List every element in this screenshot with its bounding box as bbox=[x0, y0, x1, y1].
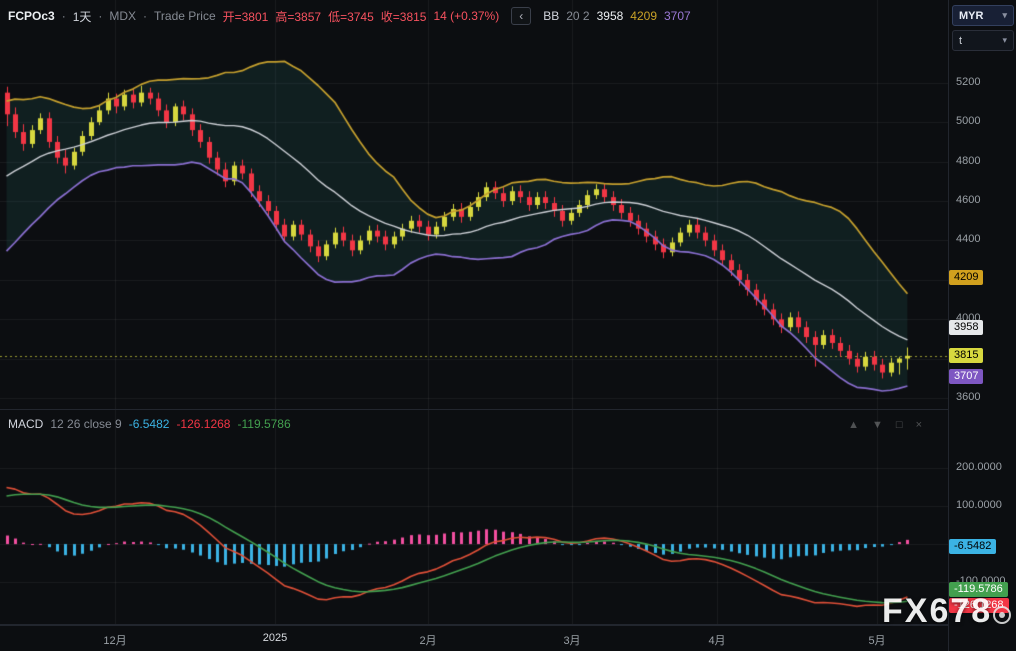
time-axis-label: 4月 bbox=[708, 632, 725, 648]
bb-indicator-label[interactable]: BB bbox=[543, 9, 559, 23]
time-axis-label: 3月 bbox=[563, 632, 580, 648]
macd-hist-badge: -6.5482 bbox=[949, 539, 996, 554]
exchange-label: MDX bbox=[109, 9, 136, 23]
price-axis-label: 5200 bbox=[956, 76, 980, 88]
bb-lower-badge: 3707 bbox=[949, 369, 983, 384]
unit-dropdown[interactable]: t ▾ bbox=[952, 30, 1014, 51]
legend-separator: · bbox=[98, 9, 102, 23]
bb-upper-badge: 4209 bbox=[949, 270, 983, 285]
bb-params: 20 2 bbox=[566, 9, 589, 23]
unit-label: t bbox=[959, 35, 962, 47]
time-axis-label: 2025 bbox=[263, 632, 287, 644]
currency-label: MYR bbox=[959, 10, 983, 22]
time-axis-label: 2月 bbox=[419, 632, 436, 648]
chart-legend: FCPOc3 · 1天 · MDX · Trade Price 开=3801 高… bbox=[8, 7, 691, 25]
price-axis-label: 200.0000 bbox=[956, 461, 1002, 473]
macd-legend: MACD 12 26 close 9 -6.5482 -126.1268 -11… bbox=[8, 417, 291, 431]
symbol-name[interactable]: FCPOc3 bbox=[8, 9, 55, 23]
time-axis-label: 12月 bbox=[103, 632, 126, 648]
pane-maximize-icon[interactable]: □ bbox=[896, 419, 903, 431]
pane-move-up-icon[interactable]: ▲ bbox=[848, 419, 859, 431]
legend-collapse-button[interactable]: ‹ bbox=[511, 7, 531, 25]
open-value: 开=3801 bbox=[223, 8, 269, 25]
bb-basis-value: 3958 bbox=[597, 9, 624, 23]
change-value: 14 (+0.37%) bbox=[434, 9, 500, 23]
chevron-left-icon: ‹ bbox=[519, 9, 523, 23]
price-chart-canvas[interactable] bbox=[0, 0, 948, 410]
price-axis-label: 4800 bbox=[956, 155, 980, 167]
price-pane: FCPOc3 · 1天 · MDX · Trade Price 开=3801 高… bbox=[0, 0, 948, 410]
macd-line-value: -126.1268 bbox=[176, 417, 230, 431]
chevron-down-icon: ▾ bbox=[1002, 10, 1007, 21]
time-axis-label: 5月 bbox=[868, 632, 885, 648]
last-price-badge: 3815 bbox=[949, 348, 983, 363]
currency-dropdown[interactable]: MYR ▾ bbox=[952, 5, 1014, 26]
macd-histogram-value: -6.5482 bbox=[129, 417, 170, 431]
fx678-logo-icon bbox=[993, 606, 1011, 624]
time-axis[interactable]: 12月 2025 2月 3月 4月 5月 bbox=[0, 625, 948, 651]
price-axis-label: 3600 bbox=[956, 391, 980, 403]
bb-upper-value: 4209 bbox=[630, 9, 657, 23]
price-axis-label: 4600 bbox=[956, 194, 980, 206]
legend-separator: · bbox=[62, 9, 66, 23]
macd-signal-value: -119.5786 bbox=[237, 417, 290, 431]
chevron-down-icon: ▾ bbox=[1002, 35, 1007, 46]
macd-chart-canvas[interactable] bbox=[0, 410, 948, 625]
interval-label[interactable]: 1天 bbox=[73, 8, 92, 25]
price-axis-label: 4400 bbox=[956, 233, 980, 245]
high-value: 高=3857 bbox=[275, 8, 321, 25]
legend-separator: · bbox=[143, 9, 147, 23]
close-value: 收=3815 bbox=[381, 8, 427, 25]
pane-move-down-icon[interactable]: ▼ bbox=[872, 419, 883, 431]
price-axis-label: 100.0000 bbox=[956, 499, 1002, 511]
watermark: FX678 bbox=[882, 592, 992, 631]
price-scale-axis[interactable]: MYR ▾ t ▾ 520050004800460044004000360020… bbox=[948, 0, 1016, 651]
low-value: 低=3745 bbox=[328, 8, 374, 25]
macd-params: 12 26 close 9 bbox=[50, 417, 121, 431]
macd-pane: MACD 12 26 close 9 -6.5482 -126.1268 -11… bbox=[0, 410, 948, 625]
bb-lower-value: 3707 bbox=[664, 9, 691, 23]
pane-close-icon[interactable]: × bbox=[916, 419, 922, 431]
macd-indicator-label[interactable]: MACD bbox=[8, 417, 43, 431]
bb-basis-badge: 3958 bbox=[949, 320, 983, 335]
pane-controls: ▲ ▼ □ × bbox=[848, 419, 922, 431]
price-axis-label: 5000 bbox=[956, 115, 980, 127]
tradingview-chart-app: FCPOc3 · 1天 · MDX · Trade Price 开=3801 高… bbox=[0, 0, 1016, 651]
price-type-label: Trade Price bbox=[154, 9, 216, 23]
